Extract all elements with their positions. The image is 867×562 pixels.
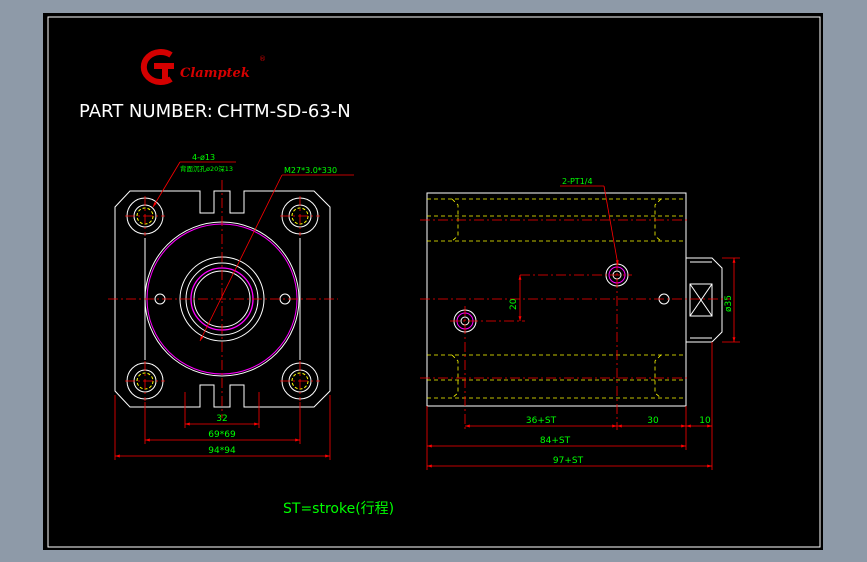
part-number-value: CHTM-SD-63-N: [217, 101, 351, 122]
cad-viewport[interactable]: Clamptek ® PART NUMBER: CHTM-SD-63-N 4-ø…: [0, 0, 867, 562]
counterbore-callout-text: 背面沉孔ø20深13: [180, 164, 233, 173]
logo-text: Clamptek: [180, 66, 250, 81]
dim-36-st: 36+ST: [526, 416, 557, 426]
dim-84-st: 84+ST: [540, 436, 571, 446]
port-callout-text: 2-PT1/4: [562, 177, 593, 186]
thread-callout-text: M27*3.0*330: [284, 166, 337, 175]
logo-registered: ®: [259, 55, 266, 63]
dim-94x94: 94*94: [208, 446, 236, 456]
drawing-sheet: [43, 13, 823, 550]
dim-69x69: 69*69: [208, 430, 236, 440]
dim-97-st: 97+ST: [553, 456, 584, 466]
hole-callout-text: 4-ø13: [192, 153, 215, 162]
dim-30: 30: [647, 416, 659, 426]
stroke-note: ST=stroke(行程): [283, 501, 394, 517]
dim-20: 20: [509, 298, 519, 310]
dim-10: 10: [699, 416, 711, 426]
dim-rod-diameter: ø35: [724, 295, 734, 312]
part-number-label: PART NUMBER:: [79, 101, 213, 122]
cad-drawing: Clamptek ® PART NUMBER: CHTM-SD-63-N 4-ø…: [43, 13, 823, 550]
dim-32: 32: [216, 414, 227, 424]
